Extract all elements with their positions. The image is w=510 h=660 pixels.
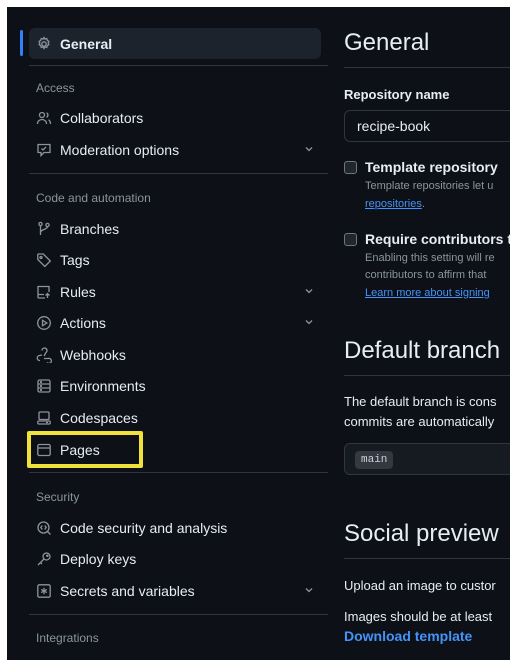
sidebar-item-label: Rules — [60, 283, 96, 300]
sidebar-item-branches[interactable]: Branches — [29, 213, 321, 244]
sidebar-item-secrets-variables[interactable]: Secrets and variables — [29, 575, 321, 606]
require-signoff-desc-line3: Learn more about signing — [365, 285, 490, 301]
tag-icon — [36, 252, 52, 268]
git-branch-icon — [36, 221, 52, 237]
sidebar-item-code-security[interactable]: Code security and analysis — [29, 512, 321, 543]
require-signoff-checkbox[interactable] — [344, 233, 357, 246]
chevron-down-icon[interactable] — [303, 285, 315, 297]
browser-icon — [36, 442, 52, 458]
sidebar-item-label: Webhooks — [60, 346, 126, 363]
divider — [29, 65, 328, 66]
divider — [29, 472, 328, 473]
require-signoff-title: Require contributors t — [365, 231, 510, 247]
social-preview-title: Social preview — [344, 520, 499, 547]
asterisk-icon — [36, 583, 52, 599]
section-heading-integrations: Integrations — [36, 631, 99, 645]
sidebar-item-webhooks[interactable]: Webhooks — [29, 339, 321, 370]
server-icon — [36, 378, 52, 394]
template-repository-title: Template repository — [365, 159, 498, 175]
divider — [344, 558, 510, 559]
settings-sidebar: General Access Collaborators Moderation … — [7, 7, 328, 660]
chevron-down-icon[interactable] — [303, 143, 315, 155]
sidebar-item-general[interactable]: General — [29, 28, 321, 59]
gear-icon — [36, 35, 52, 52]
sidebar-item-label: Pages — [60, 441, 100, 458]
sidebar-item-label: Codespaces — [60, 409, 138, 426]
sidebar-item-label: Moderation options — [60, 141, 180, 158]
template-repository-checkbox[interactable] — [344, 161, 357, 174]
divider — [29, 173, 328, 174]
social-preview-desc-line2: Images should be at least — [344, 609, 493, 624]
chevron-down-icon[interactable] — [303, 584, 315, 596]
sidebar-item-actions[interactable]: Actions — [29, 307, 321, 338]
chevron-down-icon[interactable] — [303, 316, 315, 328]
sidebar-item-pages[interactable]: Pages — [29, 434, 321, 465]
default-branch-desc-line2: commits are automatically — [344, 414, 495, 429]
default-branch-box: main — [344, 443, 510, 475]
people-icon — [36, 110, 52, 126]
template-repository-desc: Template repositories let u — [365, 180, 494, 192]
sidebar-item-environments[interactable]: Environments — [29, 370, 321, 401]
repo-push-icon — [36, 284, 52, 300]
codescan-icon — [36, 520, 52, 536]
webhook-icon — [36, 346, 52, 363]
require-signoff-desc: Enabling this setting will re — [365, 252, 495, 264]
sidebar-item-moderation-options[interactable]: Moderation options — [29, 134, 321, 165]
settings-page: General Access Collaborators Moderation … — [7, 7, 510, 660]
learn-more-signing-link[interactable]: Learn more about signing — [365, 287, 490, 299]
repo-name-input[interactable]: recipe-book — [344, 110, 510, 142]
codespaces-icon — [36, 410, 52, 426]
sidebar-item-label: Code security and analysis — [60, 519, 228, 536]
download-template-link[interactable]: Download template — [344, 628, 472, 644]
divider — [344, 375, 510, 376]
default-branch-name: main — [355, 451, 394, 469]
sidebar-item-label: Collaborators — [60, 109, 144, 126]
active-indicator — [20, 30, 23, 56]
sidebar-item-label: Tags — [60, 251, 90, 268]
comment-icon — [36, 142, 52, 158]
section-heading-security: Security — [36, 490, 80, 504]
divider — [344, 67, 510, 68]
sidebar-item-label: General — [60, 35, 113, 52]
sidebar-item-rules[interactable]: Rules — [29, 276, 321, 307]
section-heading-access: Access — [36, 81, 75, 95]
sidebar-item-tags[interactable]: Tags — [29, 244, 321, 275]
sidebar-item-collaborators[interactable]: Collaborators — [29, 102, 321, 133]
key-icon — [36, 551, 52, 567]
section-heading-code-automation: Code and automation — [36, 191, 151, 205]
sidebar-item-codespaces[interactable]: Codespaces — [29, 402, 321, 433]
sidebar-item-label: Deploy keys — [60, 550, 137, 567]
play-icon — [36, 315, 52, 331]
default-branch-title: Default branch — [344, 337, 501, 364]
sidebar-item-label: Environments — [60, 377, 146, 394]
social-preview-desc: Upload an image to custor — [344, 578, 496, 593]
sidebar-item-deploy-keys[interactable]: Deploy keys — [29, 543, 321, 574]
settings-main: General Repository name recipe-book Temp… — [344, 7, 510, 660]
repo-name-label: Repository name — [344, 87, 450, 102]
sidebar-item-label: Branches — [60, 220, 120, 237]
template-repository-desc-line2: repositories. — [365, 198, 425, 210]
repositories-link[interactable]: repositories — [365, 198, 422, 210]
divider — [29, 614, 328, 615]
sidebar-item-label: Actions — [60, 314, 106, 331]
repo-name-value: recipe-book — [357, 118, 431, 134]
default-branch-desc: The default branch is cons — [344, 394, 497, 409]
sidebar-item-label: Secrets and variables — [60, 582, 195, 599]
page-title: General — [344, 29, 430, 56]
require-signoff-desc-line2: contributors to affirm that — [365, 269, 487, 281]
